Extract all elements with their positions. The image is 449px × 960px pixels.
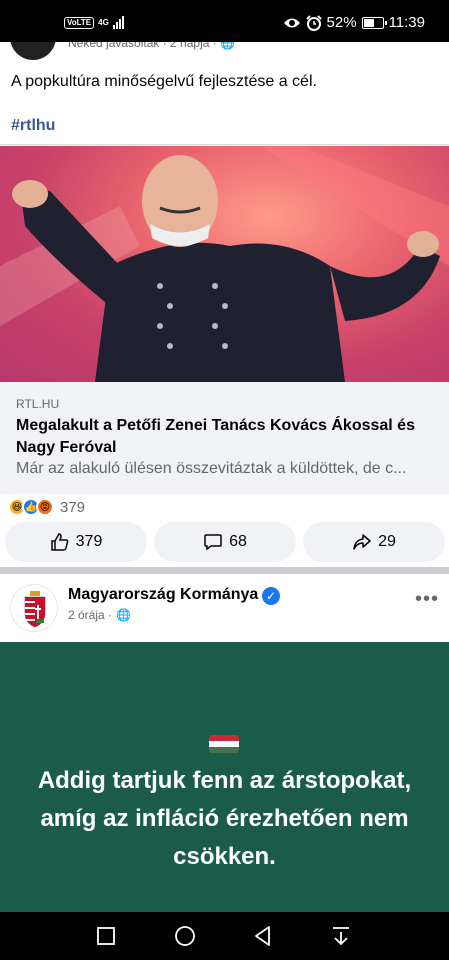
post-meta: Neked javasoltak · 2 napja · 🌐 [68,42,235,50]
page-avatar[interactable] [10,584,58,632]
globe-icon: 🌐 [220,42,236,50]
link-description: Már az alakuló ülésen összevitáztak a kü… [16,460,407,477]
page-name[interactable]: Magyarország Kormánya [68,586,258,604]
avatar[interactable] [10,42,56,60]
volte-badge: VoLTE [64,16,95,29]
status-right: 52% 11:39 [283,14,425,31]
feed-separator [0,567,449,574]
system-nav-bar [0,912,449,960]
network-type: 4G [98,17,109,27]
post-time[interactable]: 2 órája · [68,608,112,622]
comment-icon [204,534,222,551]
recent-apps-icon[interactable] [94,924,118,948]
link-domain: RTL.HU [16,397,60,411]
image-quote-text: Addig tartjuk fenn az árstopokat, amíg a… [37,767,412,870]
eye-icon [283,18,300,27]
hashtag-link[interactable]: #rtlhu [11,117,55,135]
post1-header: Neked javasoltak · 2 napja · 🌐 [0,42,449,60]
reaction-count: 379 [60,498,86,516]
link-preview-card[interactable]: RTL.HU Megalakult a Petőfi Zenei Tanács … [0,144,449,494]
angry-reaction-icon: 😡 [36,498,54,516]
thumbs-up-icon [50,533,68,551]
hungarian-flag-icon [209,735,239,753]
like-button[interactable]: 379 [5,522,147,562]
signal-icon [112,16,124,29]
like-count: 379 [75,533,103,550]
link-title[interactable]: Megalakult a Petőfi Zenei Tanács Kovács … [16,415,436,459]
comment-count: 68 [229,533,247,550]
post-actions: 379 68 29 [5,522,445,564]
more-options-icon[interactable]: ••• [415,588,439,611]
clock: 11:39 [388,14,425,31]
comment-button[interactable]: 68 [154,522,296,562]
coat-of-arms-icon [24,591,46,628]
link-preview-image[interactable] [0,146,449,382]
home-icon[interactable] [173,924,197,948]
status-bar: VoLTE 4G 52% 11:39 [0,0,449,42]
share-button[interactable]: 29 [303,522,445,562]
network-indicators: VoLTE 4G [64,16,124,29]
globe-icon: 🌐 [116,608,131,622]
battery-icon [361,16,387,29]
post-meta: 2 órája · 🌐 [68,608,131,622]
back-icon[interactable] [251,924,275,948]
battery-percent: 52% [326,14,357,31]
notification-pull-icon[interactable] [329,924,353,948]
alarm-icon [305,14,322,31]
post-text: A popkultúra minőségelvű fejlesztése a c… [11,73,317,90]
share-icon [353,534,371,550]
reaction-summary[interactable]: 😆 👍 😡 379 [8,498,85,516]
verified-badge-icon: ✓ [262,587,280,605]
share-count: 29 [378,533,396,550]
